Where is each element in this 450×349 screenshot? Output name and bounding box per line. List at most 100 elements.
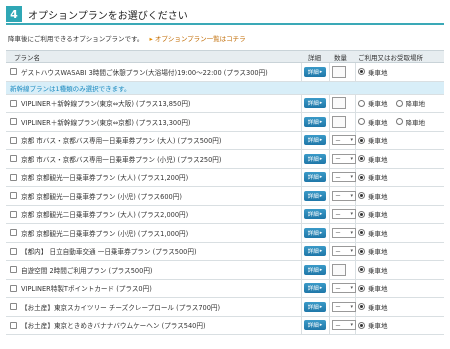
detail-button[interactable]: 詳細 bbox=[304, 98, 326, 109]
plan-name: ゲストハウスWASABI 3時間ご休憩プラン(大浴場付)19:00～22:00 … bbox=[21, 68, 268, 77]
col-detail: 詳細 bbox=[308, 53, 321, 62]
place-descend-option[interactable]: 降車地 bbox=[395, 98, 425, 108]
place-alight-option[interactable]: 乗車地 bbox=[358, 67, 388, 77]
plan-name: 京都 市バス・京都バス専用一日乗車券プラン (小児) (プラス250円) bbox=[21, 155, 222, 164]
chevron-down-icon: ▾ bbox=[350, 248, 353, 255]
place-alight-option[interactable]: 乗車地 bbox=[358, 283, 388, 293]
option-list-link[interactable]: オプションプラン一覧はコチラ bbox=[155, 35, 246, 43]
radio-button[interactable] bbox=[395, 118, 403, 126]
col-qty: 数量 bbox=[334, 53, 347, 62]
radio-button[interactable] bbox=[358, 321, 365, 329]
plan-checkbox[interactable] bbox=[10, 173, 17, 181]
option-table: プラン名 詳細 数量 ご利用又はお受取場所 ゲストハウスWASABI 3時間ご休… bbox=[6, 50, 444, 335]
plan-name: VIPLINER特製Tポイントカード (プラス0円) bbox=[21, 285, 152, 294]
plan-checkbox[interactable] bbox=[10, 321, 17, 329]
quantity-checkbox[interactable] bbox=[332, 97, 346, 110]
plan-checkbox[interactable] bbox=[10, 229, 17, 237]
detail-button[interactable]: 詳細 bbox=[304, 66, 326, 77]
intro-line: 降車後にご利用できるオプションプランです。 ▸ オプションプラン一覧はコチラ bbox=[8, 33, 246, 43]
quantity-select[interactable]: － ▾ bbox=[332, 135, 356, 146]
place-alight-option[interactable]: 乗車地 bbox=[358, 154, 388, 164]
notice-text: 新幹線プランは1種類のみ選択できます。 bbox=[10, 84, 131, 93]
detail-button[interactable]: 詳細 bbox=[304, 283, 326, 294]
detail-button[interactable]: 詳細 bbox=[304, 301, 326, 312]
quantity-checkbox[interactable] bbox=[332, 65, 346, 78]
radio-button[interactable] bbox=[358, 210, 365, 218]
col-plan-name: プラン名 bbox=[14, 53, 40, 62]
chevron-down-icon: ▾ bbox=[350, 285, 353, 292]
detail-button[interactable]: 詳細 bbox=[304, 320, 326, 331]
plan-checkbox[interactable] bbox=[10, 284, 17, 292]
plan-checkbox[interactable] bbox=[10, 118, 17, 126]
step-title: オプションプランをお選びください bbox=[28, 10, 188, 22]
radio-button[interactable] bbox=[395, 99, 403, 107]
detail-button[interactable]: 詳細 bbox=[304, 246, 326, 257]
quantity-select[interactable]: － ▾ bbox=[332, 190, 356, 201]
plan-checkbox[interactable] bbox=[10, 210, 17, 218]
place-alight-option[interactable]: 乗車地 bbox=[358, 320, 388, 330]
radio-button[interactable] bbox=[358, 247, 365, 255]
table-row: VIPLINER特製Tポイントカード (プラス0円) 詳細 －▾乗車地 bbox=[6, 280, 444, 298]
arrow-icon: ▸ bbox=[149, 35, 153, 43]
place-alight-option[interactable]: 乗車地 bbox=[358, 117, 388, 127]
radio-button[interactable] bbox=[358, 173, 365, 181]
chevron-down-icon: ▾ bbox=[350, 303, 353, 310]
table-row: 自遊空間 2時間ご利用プラン (プラス500円) 詳細 乗車地 bbox=[6, 261, 444, 280]
place-alight-option[interactable]: 乗車地 bbox=[358, 246, 388, 256]
place-alight-option[interactable]: 乗車地 bbox=[358, 98, 388, 108]
place-alight-option[interactable]: 乗車地 bbox=[358, 265, 388, 275]
quantity-select[interactable]: － ▾ bbox=[332, 283, 356, 294]
quantity-select[interactable]: － ▾ bbox=[332, 153, 356, 164]
plan-checkbox[interactable] bbox=[10, 99, 17, 107]
detail-button[interactable]: 詳細 bbox=[304, 190, 326, 201]
detail-button[interactable]: 詳細 bbox=[304, 135, 326, 146]
detail-button[interactable]: 詳細 bbox=[304, 264, 326, 275]
radio-button[interactable] bbox=[358, 284, 365, 292]
place-descend-option[interactable]: 降車地 bbox=[395, 117, 425, 127]
chevron-down-icon: ▾ bbox=[350, 137, 353, 144]
detail-button[interactable]: 詳細 bbox=[304, 209, 326, 220]
radio-button[interactable] bbox=[358, 68, 365, 76]
quantity-select[interactable]: － ▾ bbox=[332, 320, 356, 331]
plan-checkbox[interactable] bbox=[10, 68, 17, 76]
place-alight-option[interactable]: 乗車地 bbox=[358, 302, 388, 312]
chevron-down-icon: ▾ bbox=[350, 155, 353, 162]
plan-name: 自遊空間 2時間ご利用プラン (プラス500円) bbox=[21, 266, 153, 275]
radio-button[interactable] bbox=[358, 118, 365, 126]
radio-button[interactable] bbox=[358, 266, 365, 274]
plan-checkbox[interactable] bbox=[10, 303, 17, 311]
place-alight-option[interactable]: 乗車地 bbox=[358, 228, 388, 238]
radio-button[interactable] bbox=[358, 99, 365, 107]
plan-checkbox[interactable] bbox=[10, 192, 17, 200]
place-alight-option[interactable]: 乗車地 bbox=[358, 209, 388, 219]
plan-checkbox[interactable] bbox=[10, 155, 17, 163]
detail-button[interactable]: 詳細 bbox=[304, 153, 326, 164]
place-alight-option[interactable]: 乗車地 bbox=[358, 191, 388, 201]
chevron-down-icon: ▾ bbox=[350, 174, 353, 181]
plan-checkbox[interactable] bbox=[10, 266, 17, 274]
quantity-checkbox[interactable] bbox=[332, 263, 346, 276]
quantity-select[interactable]: － ▾ bbox=[332, 246, 356, 257]
quantity-select[interactable]: － ▾ bbox=[332, 301, 356, 312]
radio-button[interactable] bbox=[358, 192, 365, 200]
detail-button[interactable]: 詳細 bbox=[304, 172, 326, 183]
radio-button[interactable] bbox=[358, 155, 365, 163]
detail-button[interactable]: 詳細 bbox=[304, 116, 326, 127]
radio-button[interactable] bbox=[358, 303, 365, 311]
place-alight-option[interactable]: 乗車地 bbox=[358, 135, 388, 145]
plan-checkbox[interactable] bbox=[10, 247, 17, 255]
quantity-select[interactable]: － ▾ bbox=[332, 227, 356, 238]
step-number: 4 bbox=[6, 6, 22, 22]
place-alight-option[interactable]: 乗車地 bbox=[358, 172, 388, 182]
quantity-checkbox[interactable] bbox=[332, 115, 346, 128]
intro-text: 降車後にご利用できるオプションプランです。 bbox=[8, 35, 144, 43]
radio-button[interactable] bbox=[358, 229, 365, 237]
table-row: ゲストハウスWASABI 3時間ご休憩プラン(大浴場付)19:00～22:00 … bbox=[6, 63, 444, 82]
radio-button[interactable] bbox=[358, 136, 365, 144]
quantity-select[interactable]: － ▾ bbox=[332, 172, 356, 183]
table-row: 京都 京都観光一日乗車券プラン (小児) (プラス600円) 詳細 －▾乗車地 bbox=[6, 187, 444, 206]
quantity-select[interactable]: － ▾ bbox=[332, 209, 356, 220]
plan-checkbox[interactable] bbox=[10, 136, 17, 144]
detail-button[interactable]: 詳細 bbox=[304, 227, 326, 238]
table-row: 【お土産】東京スカイツリー チーズクレープロール (プラス700円) 詳細 －▾乗車… bbox=[6, 298, 444, 317]
